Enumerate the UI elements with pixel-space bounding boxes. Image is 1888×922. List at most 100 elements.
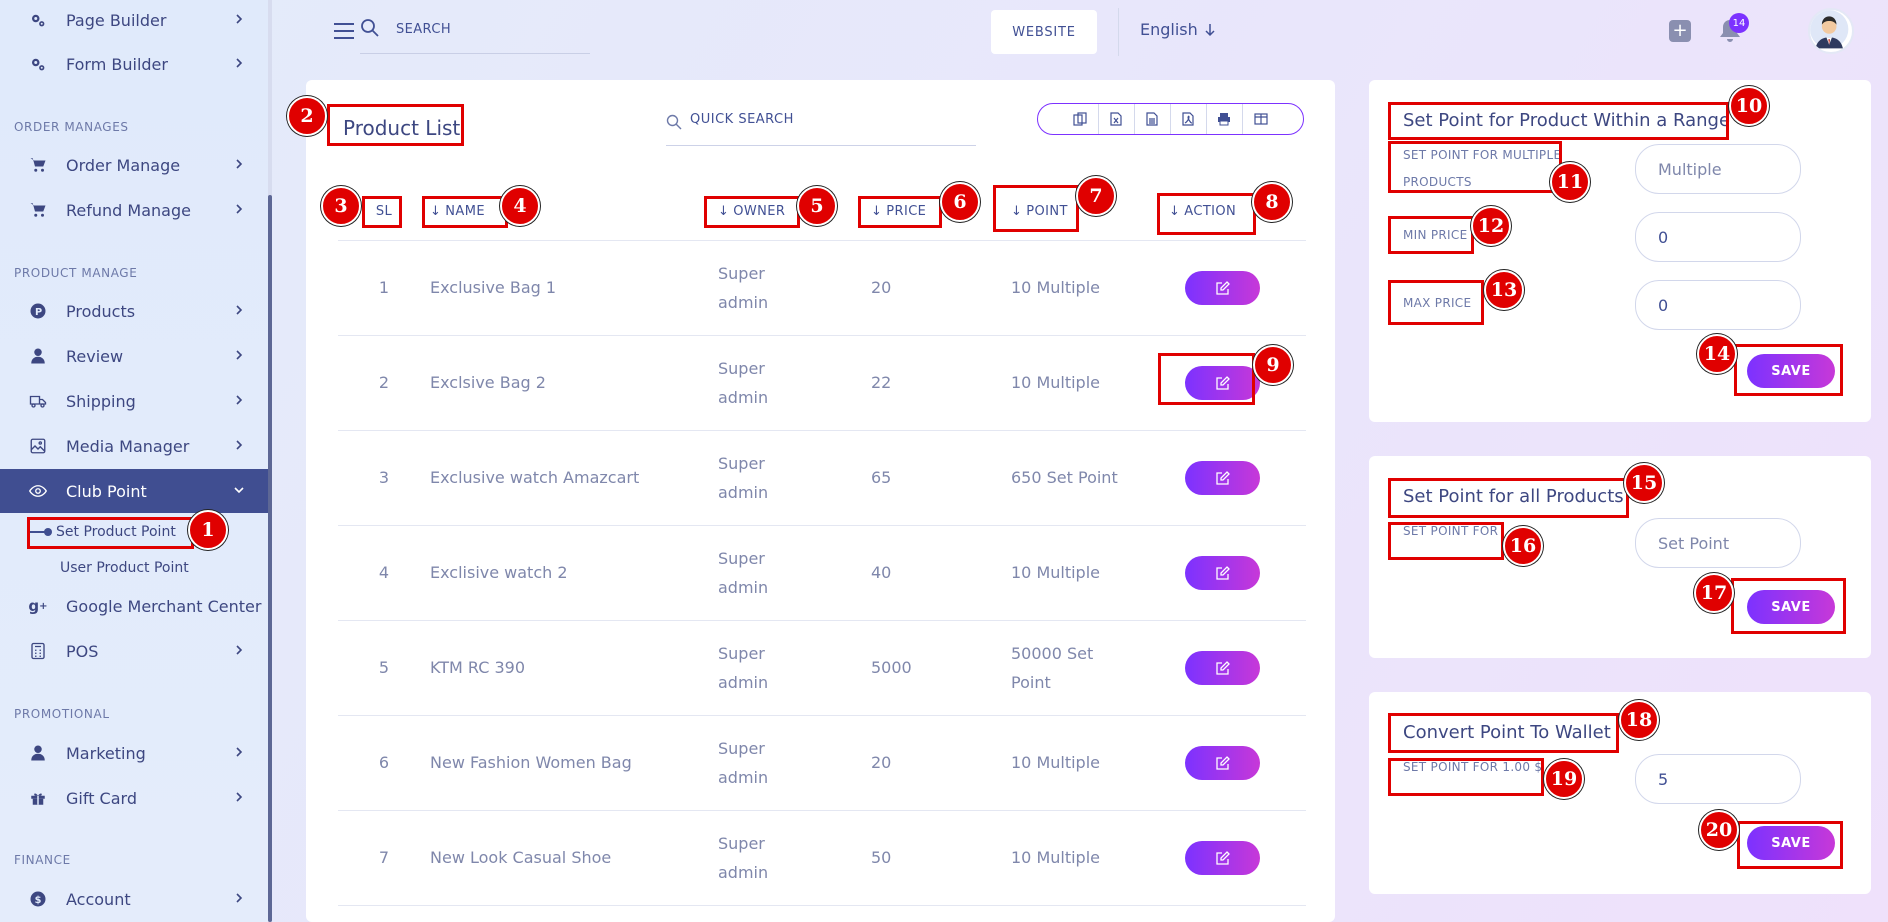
annotation-marker: 13: [1484, 270, 1524, 310]
sidebar-item-label: Account: [66, 889, 131, 909]
sidebar-item-form-builder[interactable]: Form Builder: [0, 42, 268, 86]
save-range-button[interactable]: SAVE: [1747, 354, 1835, 388]
avatar[interactable]: [1808, 8, 1854, 54]
annotation-marker: 18: [1619, 700, 1659, 740]
sidebar-item-label: Marketing: [66, 743, 146, 763]
sort-arrow-icon: ↓: [1011, 204, 1023, 220]
website-button[interactable]: WEBSITE: [991, 10, 1097, 54]
cell-point: 10 Multiple: [1011, 810, 1169, 906]
edit-button[interactable]: [1185, 460, 1260, 495]
edit-button[interactable]: [1185, 745, 1260, 780]
cell-point: 10 Multiple: [1011, 715, 1169, 811]
save-wallet-button[interactable]: SAVE: [1747, 826, 1835, 860]
cell-point: 650 Set Point: [1011, 430, 1169, 526]
cell-price: 20: [871, 240, 1011, 336]
csv-icon[interactable]: [1135, 104, 1171, 134]
edit-button[interactable]: [1185, 270, 1260, 305]
max-price-input[interactable]: [1635, 280, 1801, 330]
copy-icon[interactable]: [1063, 104, 1099, 134]
edit-button[interactable]: [1185, 650, 1260, 685]
notification-badge: 14: [1729, 13, 1749, 33]
add-icon[interactable]: +: [1669, 20, 1691, 42]
sort-arrow-icon: ↓: [871, 204, 883, 220]
chevron-right-icon: [236, 305, 243, 315]
cell-name: New Fashion Women Bag: [430, 715, 718, 811]
columns-icon[interactable]: [1243, 104, 1279, 134]
column-label: OWNER: [733, 204, 786, 220]
calculator-icon: [28, 641, 48, 661]
scrollbar-thumb[interactable]: [268, 195, 272, 922]
section-title-finance: FINANCE: [14, 853, 71, 867]
edit-button[interactable]: [1185, 555, 1260, 590]
sidebar-item-products[interactable]: P Products: [0, 289, 268, 333]
cell-point: 50000 Set Point: [1011, 620, 1169, 716]
avatar-image: [1810, 10, 1849, 49]
header-search: [360, 14, 590, 54]
chevron-right-icon: [236, 395, 243, 405]
annotation-marker: 11: [1550, 162, 1590, 202]
sidebar-item-club-point[interactable]: Club Point: [0, 469, 268, 513]
divider: [1118, 8, 1119, 56]
column-label: SL: [375, 204, 393, 220]
sidebar-item-shipping[interactable]: Shipping: [0, 379, 268, 423]
chevron-right-icon: [236, 58, 243, 68]
min-price-input[interactable]: [1635, 212, 1801, 262]
print-icon[interactable]: [1207, 104, 1243, 134]
multiple-input[interactable]: [1635, 144, 1801, 194]
range-point-card: Set Point for Product Within a Range SET…: [1369, 80, 1871, 422]
excel-icon[interactable]: [1099, 104, 1135, 134]
cell-name: New Look Casual Shoe: [430, 810, 718, 906]
edit-button[interactable]: [1185, 365, 1260, 400]
hamburger-menu-icon[interactable]: [334, 22, 354, 40]
page-title: Product List: [343, 116, 461, 140]
sidebar-item-review[interactable]: Review: [0, 334, 268, 378]
column-header-name[interactable]: ↓ NAME: [430, 184, 718, 241]
sidebar-subitem-set-product-point[interactable]: Set Product Point: [30, 520, 176, 544]
range-card-title: Set Point for Product Within a Range: [1403, 110, 1731, 131]
sidebar-item-google-merchant[interactable]: g + Google Merchant Center: [0, 584, 268, 628]
edit-button[interactable]: [1185, 840, 1260, 875]
search-input[interactable]: [396, 22, 586, 37]
cell-owner: Super admin: [718, 430, 871, 526]
cell-sl: 1: [338, 240, 430, 336]
column-header-owner[interactable]: ↓ OWNER: [718, 184, 871, 241]
annotation-marker: 3: [321, 186, 361, 226]
cell-name: Exclsive Bag 2: [430, 335, 718, 431]
sidebar-item-refund-manage[interactable]: Refund Manage: [0, 188, 268, 232]
sidebar-item-pos[interactable]: POS: [0, 629, 268, 673]
sidebar-item-page-builder[interactable]: Page Builder: [0, 0, 268, 42]
pdf-icon[interactable]: [1171, 104, 1207, 134]
sidebar-item-marketing[interactable]: Marketing: [0, 731, 268, 775]
table-row: 4 Exclisive watch 2 Super admin 40 10 Mu…: [338, 525, 1306, 621]
sidebar-item-account[interactable]: $ Account: [0, 877, 268, 921]
truck-icon: [28, 391, 48, 411]
language-select[interactable]: English: [1140, 20, 1216, 39]
sidebar-subitem-user-product-point[interactable]: User Product Point: [60, 556, 189, 580]
sidebar-item-order-manage[interactable]: Order Manage: [0, 143, 268, 187]
sidebar-item-label: Refund Manage: [66, 200, 191, 220]
table-row: 7 New Look Casual Shoe Super admin 50 10…: [338, 810, 1306, 906]
quick-search-input[interactable]: [690, 112, 960, 127]
set-point-input[interactable]: [1635, 518, 1801, 568]
eye-icon: [28, 481, 48, 501]
edit-icon: [1215, 660, 1230, 675]
sidebar-subitem-label: Set Product Point: [56, 524, 176, 540]
export-toolbar: [1037, 103, 1304, 135]
annotation-marker: 10: [1729, 86, 1769, 126]
svg-text:P: P: [35, 307, 42, 318]
chevron-right-icon: [236, 747, 243, 757]
wallet-card-title: Convert Point To Wallet: [1403, 722, 1611, 743]
sidebar-scrollbar[interactable]: [268, 0, 272, 922]
column-label: POINT: [1026, 204, 1068, 220]
table-row: 3 Exclusive watch Amazcart Super admin 6…: [338, 430, 1306, 526]
sidebar-item-label: Order Manage: [66, 155, 181, 175]
set-point-for-label: SET POINT FOR: [1403, 524, 1499, 538]
annotation-marker: 19: [1544, 759, 1584, 799]
sidebar-item-media-manager[interactable]: Media Manager: [0, 424, 268, 468]
column-label: PRICE: [886, 204, 927, 220]
quick-search: [666, 110, 976, 146]
save-all-button[interactable]: SAVE: [1747, 590, 1835, 624]
wallet-rate-input[interactable]: [1635, 754, 1801, 804]
sidebar-item-gift-card[interactable]: Gift Card: [0, 776, 268, 820]
annotation-marker: 1: [188, 510, 228, 550]
